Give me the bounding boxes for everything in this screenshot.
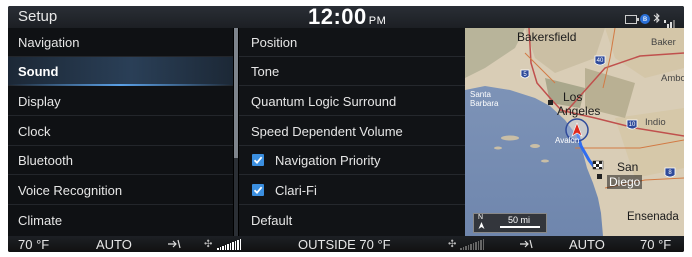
highway-shield-5: 5 <box>520 69 530 79</box>
highway-shield-label: 10 <box>629 122 636 128</box>
battery-icon <box>625 14 639 24</box>
category-bluetooth[interactable]: Bluetooth <box>8 146 233 175</box>
map-background: 5 40 10 8 <box>465 28 684 236</box>
map-label-ambo: Ambo <box>661 73 684 84</box>
north-indicator-label: N <box>478 214 484 221</box>
setting-label: Speed Dependent Volume <box>251 124 403 139</box>
right-climate-mode[interactable]: AUTO <box>569 237 605 252</box>
category-voice-recognition[interactable]: Voice Recognition <box>8 176 233 205</box>
setting-label: Default <box>251 213 293 228</box>
highway-shield-40: 40 <box>594 55 606 66</box>
clock: 12:00 PM <box>308 6 386 30</box>
scale-bar <box>500 226 540 228</box>
category-label: Climate <box>18 213 63 228</box>
destination-flag-icon <box>592 160 604 170</box>
map-label-san: San <box>617 160 639 174</box>
category-label: Navigation <box>18 35 80 50</box>
setting-label: Navigation Priority <box>275 153 381 168</box>
checkmark-icon <box>253 186 263 195</box>
setting-clari-fi[interactable]: Clari-Fi <box>239 176 465 205</box>
map-label-angeles: Angeles <box>557 104 601 118</box>
climate-bar: 70 °F AUTO ✣ OUTSIDE 70 °F ✣ AUTO 70 °F <box>8 236 684 252</box>
map-label-avalon: Avalon <box>555 136 580 145</box>
map-label-bakersfield: Bakersfield <box>517 30 577 44</box>
bluetooth-icon: ʙ <box>640 14 650 24</box>
navigation-map[interactable]: 5 40 10 8 Bakersfield Baker Ambo Santa B… <box>465 28 684 236</box>
checkmark-icon <box>253 156 263 165</box>
map-label-santa-barbara: Santa Barbara <box>470 90 499 108</box>
screen-title: Setup <box>18 8 58 25</box>
setting-label: Clari-Fi <box>275 183 317 198</box>
map-label-diego: Diego <box>607 175 643 189</box>
list-scrollbar[interactable] <box>234 28 238 236</box>
map-label-baker: Baker <box>651 37 676 48</box>
map-label-indio: Indio <box>645 117 666 128</box>
setting-position[interactable]: Position <box>239 28 465 57</box>
north-arrow-icon <box>478 222 485 229</box>
setting-label: Quantum Logic Surround <box>251 94 397 109</box>
sound-settings-list: Position Tone Quantum Logic Surround Spe… <box>239 28 465 236</box>
map-scale: N 50 mi <box>473 213 547 233</box>
left-airflow-icon[interactable] <box>166 238 182 252</box>
left-fan-icon: ✣ <box>204 239 213 250</box>
status-icons: ʙ <box>625 10 676 28</box>
right-airflow-icon[interactable] <box>518 238 534 252</box>
clari-fi-checkbox[interactable] <box>252 184 264 196</box>
category-label: Display <box>18 94 61 109</box>
left-climate-mode[interactable]: AUTO <box>96 237 132 252</box>
right-fan-icon: ✣ <box>448 239 457 250</box>
setting-label: Position <box>251 35 298 50</box>
category-label: Voice Recognition <box>18 183 123 198</box>
setting-quantum-logic-surround[interactable]: Quantum Logic Surround <box>239 87 465 116</box>
setup-category-list: Navigation Sound Display Clock Bluetooth… <box>8 28 233 236</box>
right-fan-speed-bars[interactable] <box>460 239 484 250</box>
head-unit-screen: Setup 12:00 PM ʙ Navigation Sound Display… <box>8 6 684 252</box>
scale-distance: 50 mi <box>508 215 531 225</box>
top-bar: Setup 12:00 PM ʙ <box>8 6 684 30</box>
category-sound[interactable]: Sound <box>8 57 233 86</box>
map-label-los: Los <box>563 90 583 104</box>
setting-navigation-priority[interactable]: Navigation Priority <box>239 146 465 175</box>
category-label: Clock <box>18 124 51 139</box>
highway-shield-8: 8 <box>664 167 676 178</box>
map-label-ensenada: Ensenada <box>627 211 679 223</box>
left-temperature[interactable]: 70 °F <box>18 237 49 252</box>
category-label: Bluetooth <box>18 153 73 168</box>
category-display[interactable]: Display <box>8 87 233 116</box>
right-temperature[interactable]: 70 °F <box>640 237 671 252</box>
clock-time: 12:00 <box>308 6 367 29</box>
category-climate[interactable]: Climate <box>8 206 233 235</box>
signal-strength-icon <box>664 15 676 28</box>
category-clock[interactable]: Clock <box>8 117 233 146</box>
setting-default[interactable]: Default <box>239 206 465 235</box>
setting-label: Tone <box>251 64 280 79</box>
highway-shield-label: 40 <box>597 58 604 64</box>
clock-ampm: PM <box>368 15 387 27</box>
bluetooth-phone-icon <box>653 10 661 28</box>
category-label: Sound <box>18 64 59 79</box>
outside-temperature: OUTSIDE 70 °F <box>298 237 391 252</box>
scrollbar-thumb[interactable] <box>234 28 238 158</box>
setting-speed-dependent-volume[interactable]: Speed Dependent Volume <box>239 117 465 146</box>
highway-shield-10: 10 <box>626 119 638 130</box>
setting-tone[interactable]: Tone <box>239 57 465 86</box>
category-navigation[interactable]: Navigation <box>8 28 233 57</box>
left-fan-speed-bars[interactable] <box>217 239 241 250</box>
navigation-priority-checkbox[interactable] <box>252 154 264 166</box>
